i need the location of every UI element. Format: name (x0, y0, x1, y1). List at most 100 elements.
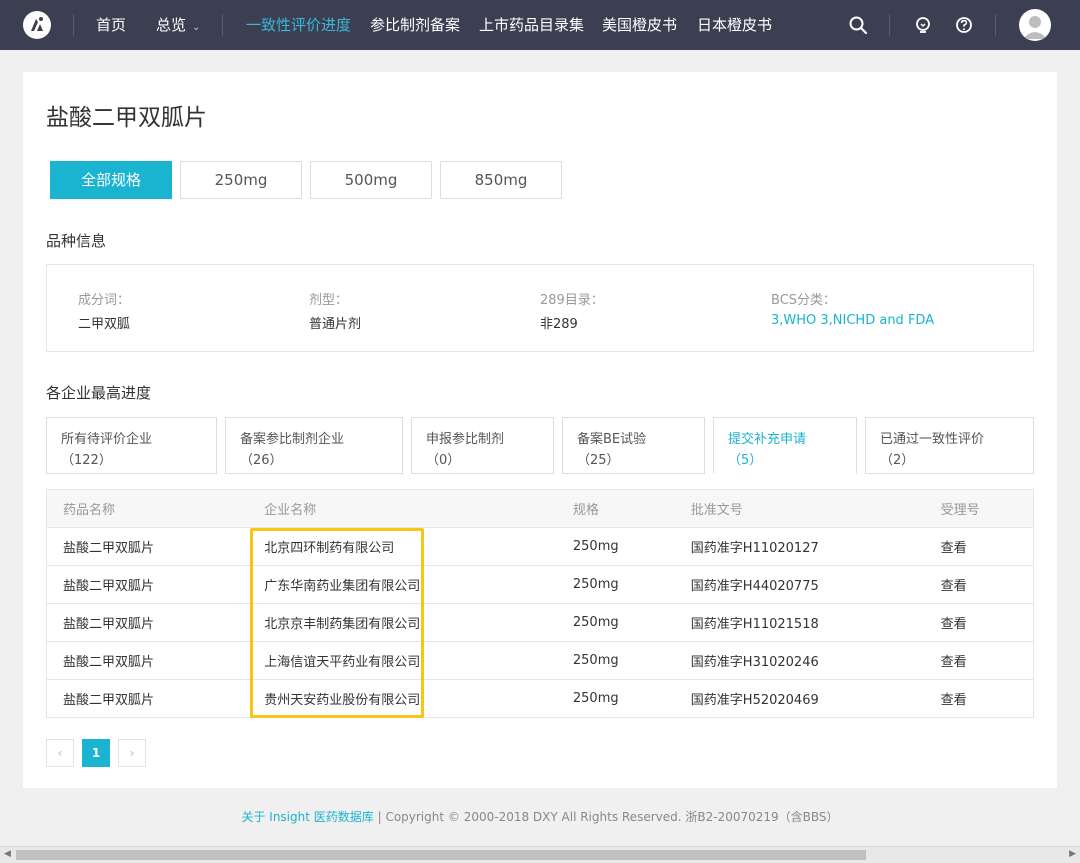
nav-overview[interactable]: 总览 ⌄ (156, 0, 200, 50)
scroll-left-icon[interactable]: ◀ (4, 849, 11, 859)
page-title: 盐酸二甲双胍片 (46, 105, 207, 131)
scrollbar-thumb[interactable] (16, 850, 866, 860)
tab-passed[interactable]: 已通过一致性评价 （2） (865, 417, 1034, 474)
cell-company: 上海信谊天平药业有限公司 (248, 641, 557, 680)
cell-company: 广东华南药业集团有限公司 (248, 565, 557, 604)
lightbulb-icon[interactable] (913, 15, 933, 35)
table-row: 盐酸二甲双胍片 贵州天安药业股份有限公司 250mg 国药准字H52020469… (46, 679, 1034, 718)
nav-reference-filing[interactable]: 参比制剂备案 (370, 0, 460, 50)
tab-count: （26） (240, 453, 283, 468)
nav-home[interactable]: 首页 (96, 0, 126, 50)
footer: 关于 Insight 医药数据库 | Copyright © 2000-2018… (0, 808, 1080, 825)
nav-separator (995, 14, 996, 36)
logo-icon[interactable] (22, 10, 52, 40)
tab-count: （25） (577, 453, 620, 468)
user-icon (1023, 16, 1047, 39)
view-link[interactable]: 查看 (924, 565, 1034, 604)
scroll-right-icon[interactable]: ▶ (1069, 849, 1076, 859)
tab-count: （5） (728, 453, 763, 468)
cell-spec: 250mg (556, 603, 675, 642)
nav-listed-drugs[interactable]: 上市药品目录集 (479, 0, 584, 50)
cell-drug-name: 盐酸二甲双胍片 (46, 603, 249, 642)
nav-overview-label: 总览 (156, 16, 187, 34)
top-nav-bar: 首页 总览 ⌄ 一致性评价进度 参比制剂备案 上市药品目录集 美国橙皮书 日本橙皮… (0, 0, 1080, 50)
column-header: 企业名称 (248, 489, 557, 528)
tab-label: 提交补充申请 (728, 432, 807, 447)
nav-separator (222, 14, 223, 36)
info-label: BCS分类： (771, 293, 837, 308)
cell-spec: 250mg (556, 527, 675, 566)
spec-tab-500mg[interactable]: 500mg (310, 161, 432, 199)
about-insight-link[interactable]: 关于 Insight 医药数据库 (241, 810, 373, 824)
footer-separator: | (373, 810, 386, 824)
tab-be-trial[interactable]: 备案BE试验 （25） (562, 417, 705, 474)
view-link[interactable]: 查看 (924, 527, 1034, 566)
prev-page-button[interactable]: ‹ (46, 739, 74, 767)
info-289-catalog: 289目录： 非289 (540, 289, 604, 332)
nav-jp-orange-book[interactable]: 日本橙皮书 (697, 0, 772, 50)
table-row: 盐酸二甲双胍片 广东华南药业集团有限公司 250mg 国药准字H44020775… (46, 565, 1034, 604)
view-link[interactable]: 查看 (924, 603, 1034, 642)
cell-spec: 250mg (556, 641, 675, 680)
tab-supplementary[interactable]: 提交补充申请 （5） (713, 417, 857, 474)
info-value: 普通片剂 (309, 317, 362, 332)
spec-tab-850mg[interactable]: 850mg (440, 161, 562, 199)
cell-drug-name: 盐酸二甲双胍片 (46, 641, 249, 680)
cell-spec: 250mg (556, 565, 675, 604)
main-card: 盐酸二甲双胍片 全部规格 250mg 500mg 850mg 品种信息 成分词：… (23, 72, 1057, 788)
footer-copyright: Copyright © 2000-2018 DXY All Rights Res… (385, 810, 839, 824)
info-value: 二甲双胍 (78, 317, 131, 332)
tab-reference-filed[interactable]: 备案参比制剂企业 （26） (225, 417, 403, 474)
bcs-class-link[interactable]: 3,WHO 3,NICHD and FDA (771, 313, 934, 328)
tab-label: 备案BE试验 (577, 432, 647, 447)
nav-consistency-progress[interactable]: 一致性评价进度 (246, 0, 351, 50)
info-label: 成分词： (78, 293, 131, 308)
tab-label: 备案参比制剂企业 (240, 432, 345, 447)
help-icon[interactable] (954, 15, 974, 35)
chevron-down-icon: ⌄ (192, 22, 201, 33)
table-row: 盐酸二甲双胍片 北京京丰制药集团有限公司 250mg 国药准字H11021518… (46, 603, 1034, 642)
tab-count: （122） (61, 453, 112, 468)
next-page-button[interactable]: › (118, 739, 146, 767)
info-ingredient: 成分词： 二甲双胍 (78, 289, 130, 332)
user-avatar[interactable] (1019, 9, 1051, 41)
cell-approval-no: 国药准字H52020469 (674, 679, 925, 718)
column-header: 规格 (556, 489, 675, 528)
spec-tab-all[interactable]: 全部规格 (50, 161, 172, 199)
cell-spec: 250mg (556, 679, 675, 718)
info-bcs-class: BCS分类： 3,WHO 3,NICHD and FDA (771, 289, 934, 328)
cell-approval-no: 国药准字H11020127 (674, 527, 925, 566)
column-header: 批准文号 (674, 489, 925, 528)
column-header: 药品名称 (46, 489, 249, 528)
info-label: 289目录： (540, 293, 604, 308)
cell-approval-no: 国药准字H31020246 (674, 641, 925, 680)
column-header: 受理号 (924, 489, 1034, 528)
info-value: 非289 (540, 317, 578, 332)
cell-approval-no: 国药准字H44020775 (674, 565, 925, 604)
spec-tabs: 全部规格 250mg 500mg 850mg (50, 161, 570, 199)
tab-label: 所有待评价企业 (61, 432, 153, 447)
view-link[interactable]: 查看 (924, 679, 1034, 718)
tab-label: 已通过一致性评价 (880, 432, 985, 447)
info-label: 剂型： (309, 293, 349, 308)
progress-tabs: 所有待评价企业 （122） 备案参比制剂企业 （26） 申报参比制剂 （0） 备… (46, 417, 1034, 474)
page-1-button[interactable]: 1 (82, 739, 110, 767)
tab-label: 申报参比制剂 (426, 432, 505, 447)
cell-drug-name: 盐酸二甲双胍片 (46, 565, 249, 604)
tab-count: （2） (880, 453, 915, 468)
nav-separator (889, 14, 890, 36)
cell-drug-name: 盐酸二甲双胍片 (46, 679, 249, 718)
table-row: 盐酸二甲双胍片 北京四环制药有限公司 250mg 国药准字H11020127 查… (46, 527, 1034, 566)
nav-us-orange-book[interactable]: 美国橙皮书 (602, 0, 677, 50)
cell-drug-name: 盐酸二甲双胍片 (46, 527, 249, 566)
tab-all-pending[interactable]: 所有待评价企业 （122） (46, 417, 217, 474)
search-icon[interactable] (848, 15, 868, 35)
horizontal-scrollbar[interactable]: ◀ ▶ (0, 846, 1080, 863)
nav-separator (73, 14, 74, 36)
progress-section-title: 各企业最高进度 (46, 384, 152, 402)
view-link[interactable]: 查看 (924, 641, 1034, 680)
company-table: 药品名称 企业名称 规格 批准文号 受理号 盐酸二甲双胍片 北京四环制药有限公司… (46, 489, 1034, 718)
spec-tab-250mg[interactable]: 250mg (180, 161, 302, 199)
tab-reference-applied[interactable]: 申报参比制剂 （0） (411, 417, 554, 474)
cell-company: 贵州天安药业股份有限公司 (248, 679, 557, 718)
